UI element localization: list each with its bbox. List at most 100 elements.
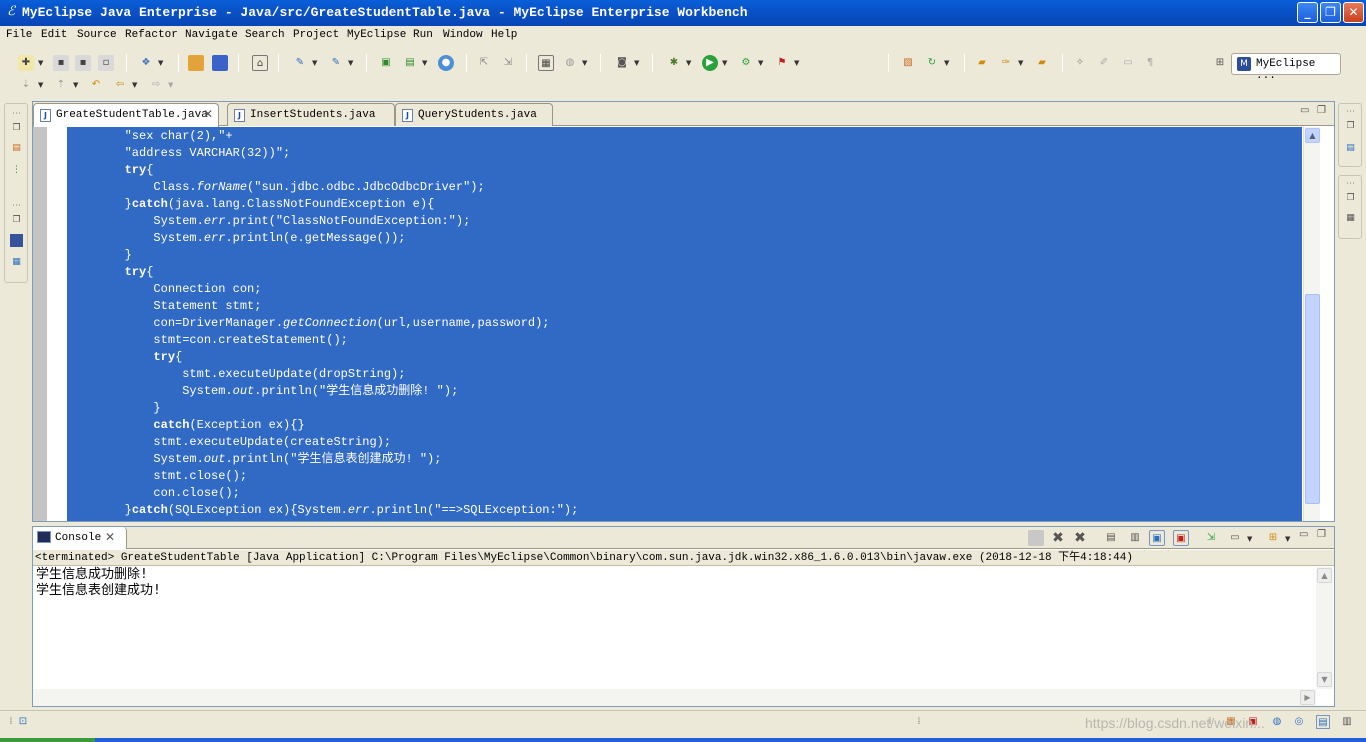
menu-run[interactable]: Run [413, 29, 433, 41]
tray-icon-3[interactable]: ◍ [1270, 715, 1284, 729]
camera-dropdown-icon[interactable]: ▼ [634, 59, 639, 67]
remove-launch-icon[interactable]: ✖ [1050, 530, 1066, 546]
open-console-icon[interactable]: ⊞ [1265, 530, 1281, 546]
menu-project[interactable]: Project [293, 29, 339, 41]
search-file-icon[interactable]: ⇱ [476, 55, 492, 71]
hierarchy-icon[interactable]: ⋮ [10, 164, 23, 177]
tray-icon-4[interactable]: ◎ [1292, 715, 1306, 729]
menu-source[interactable]: Source [77, 29, 117, 41]
new-icon[interactable]: ✚ [18, 55, 34, 71]
start-button[interactable] [0, 738, 95, 742]
package-explorer-icon[interactable]: ▤ [10, 142, 23, 155]
maximize-button[interactable]: ❐ [1320, 2, 1341, 23]
ejb-dropdown-icon[interactable]: ▼ [348, 59, 353, 67]
new-project-icon[interactable]: ❖ [138, 55, 154, 71]
outline-icon[interactable]: ▤ [1344, 142, 1357, 155]
open-dropdown-icon[interactable]: ▼ [422, 59, 427, 67]
scroll-right-icon[interactable]: ▶ [1300, 690, 1315, 705]
debug-icon[interactable]: ✱ [666, 55, 682, 71]
forward-icon[interactable]: ⇨ [148, 77, 164, 93]
pin-console-icon[interactable]: ⇲ [1203, 530, 1219, 546]
restore-icon[interactable]: ❐ [10, 214, 23, 227]
minimize-icon[interactable]: ▭ [1299, 529, 1308, 540]
tools-dropdown-icon[interactable]: ▼ [1018, 59, 1023, 67]
back-dropdown-icon[interactable]: ▼ [132, 81, 137, 89]
scroll-down-icon[interactable]: ▼ [1317, 672, 1332, 687]
coverage-icon[interactable]: ⚑ [774, 55, 790, 71]
new-project-dropdown-icon[interactable]: ▼ [158, 59, 163, 67]
menu-window[interactable]: Window [443, 29, 483, 41]
tab-insertstudents[interactable]: J InsertStudents.java [227, 103, 395, 126]
save-icon[interactable]: ▪ [53, 55, 69, 71]
run-dropdown-icon[interactable]: ▼ [722, 59, 727, 67]
image-viewer-icon[interactable] [10, 234, 23, 247]
refresh-icon[interactable]: ↻ [924, 55, 940, 71]
maximize-icon[interactable]: ❐ [1317, 105, 1326, 116]
new-fast-view-icon[interactable]: ⊡ [16, 715, 30, 729]
clear-console-icon[interactable]: ▤ [1103, 530, 1119, 546]
annotation-dropdown-icon[interactable]: ▼ [38, 81, 43, 89]
tab-querystudents[interactable]: J QueryStudents.java [395, 103, 553, 126]
console-output[interactable]: 学生信息成功删除! 学生信息表创建成功! [33, 567, 1316, 689]
annotation-icon[interactable]: ⇣ [18, 77, 34, 93]
scroll-lock-icon[interactable]: ▥ [1127, 530, 1143, 546]
tools-icon[interactable]: ✑ [998, 55, 1014, 71]
tab-console[interactable]: Console ✕ [33, 527, 127, 549]
open-resource-icon[interactable]: ▤ [402, 55, 418, 71]
run-icon[interactable]: ▶ [702, 55, 718, 71]
scroll-up-icon[interactable]: ▲ [1305, 128, 1320, 143]
editor-scrollbar[interactable]: ▲ [1303, 127, 1320, 521]
menu-refactor[interactable]: Refactor [125, 29, 178, 41]
debug-dropdown-icon[interactable]: ▼ [686, 59, 691, 67]
restore-icon[interactable]: ❐ [10, 122, 23, 135]
open-console-dropdown-icon[interactable]: ▼ [1285, 535, 1290, 543]
forward-dropdown-icon[interactable]: ▼ [168, 81, 173, 89]
pin-icon[interactable]: ✧ [1072, 55, 1088, 71]
minimize-icon[interactable]: ▭ [1300, 105, 1309, 116]
new-ejb-icon[interactable]: ✎ [328, 55, 344, 71]
close-icon[interactable]: ✕ [105, 530, 115, 544]
server-icon[interactable]: ⌂ [252, 55, 268, 71]
menu-file[interactable]: File [6, 29, 32, 41]
refresh-dropdown-icon[interactable]: ▼ [944, 59, 949, 67]
web-dropdown-icon[interactable]: ▼ [312, 59, 317, 67]
tray-icon-5[interactable]: ▤ [1316, 715, 1330, 729]
terminate-icon[interactable] [1028, 530, 1044, 546]
camera-icon[interactable]: ◙ [614, 55, 630, 71]
restore-icon[interactable]: ❐ [1344, 120, 1357, 133]
scroll-up-icon[interactable]: ▲ [1317, 568, 1332, 583]
new-dropdown-icon[interactable]: ▼ [38, 59, 43, 67]
open-folder-icon[interactable]: ▰ [974, 55, 990, 71]
search-web-icon[interactable]: ⇲ [500, 55, 516, 71]
remove-all-icon[interactable]: ✖ [1072, 530, 1088, 546]
open-type-icon[interactable]: ▣ [378, 55, 394, 71]
save-all-icon[interactable]: ▪ [75, 55, 91, 71]
package-icon[interactable]: ▧ [900, 55, 916, 71]
coverage-dropdown-icon[interactable]: ▼ [794, 59, 799, 67]
close-icon[interactable]: ✕ [203, 107, 213, 121]
restore-icon[interactable]: ❐ [1344, 192, 1357, 205]
tray-icon-6[interactable]: ▥ [1340, 715, 1354, 729]
web-browser-icon[interactable]: ● [438, 55, 454, 71]
console-horizontal-scrollbar[interactable]: ▶ [33, 689, 1316, 706]
print-icon[interactable]: ▫ [98, 55, 114, 71]
annotation-prev-icon[interactable]: ⇡ [53, 77, 69, 93]
folder-icon[interactable]: ▰ [1034, 55, 1050, 71]
pen-icon[interactable]: ✐ [1096, 55, 1112, 71]
tab-greatestudenttable[interactable]: J GreateStudentTable.java ✕ [33, 103, 219, 127]
globe-icon[interactable]: ◍ [562, 55, 578, 71]
display-dropdown-icon[interactable]: ▼ [1247, 535, 1252, 543]
scroll-thumb[interactable] [1305, 294, 1320, 504]
menu-edit[interactable]: Edit [41, 29, 67, 41]
minimize-button[interactable]: _ [1297, 2, 1318, 23]
properties-icon[interactable]: ▦ [10, 256, 23, 269]
maximize-icon[interactable]: ❐ [1317, 529, 1326, 540]
block-icon[interactable]: ▭ [1120, 55, 1136, 71]
menu-myeclipse[interactable]: MyEclipse [347, 29, 406, 41]
menu-search[interactable]: Search [245, 29, 285, 41]
run-external-icon[interactable]: ⚙ [738, 55, 754, 71]
show-stdout-icon[interactable]: ▣ [1149, 530, 1165, 546]
annotation-prev-dropdown-icon[interactable]: ▼ [73, 81, 78, 89]
code-area[interactable]: "sex char(2),"+ "address VARCHAR(32))"; … [47, 127, 1302, 521]
menu-help[interactable]: Help [491, 29, 517, 41]
